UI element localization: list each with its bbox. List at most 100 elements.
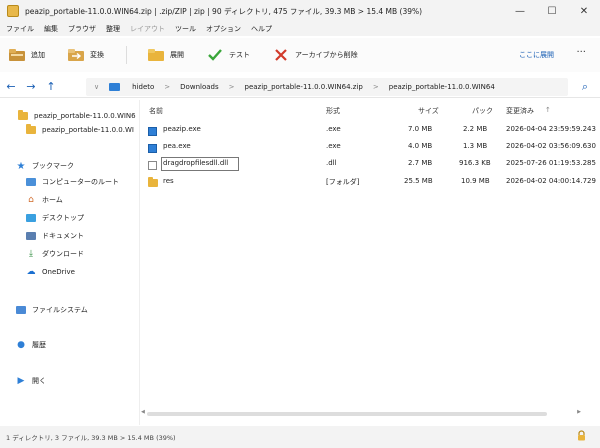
more-options-icon[interactable]: ··· — [576, 47, 586, 58]
window-title: peazip_portable-11.0.0.WIN64.zip | .zip/… — [25, 6, 423, 16]
folder-icon — [18, 109, 28, 120]
file-modified: 2026-04-02 04:00:14.729 — [506, 177, 596, 185]
peazip-window: peazip_portable-11.0.0.WIN64.zip | .zip/… — [0, 0, 600, 448]
up-arrow-icon[interactable]: ↑ — [42, 78, 60, 96]
menu-layout[interactable]: レイアウト — [130, 24, 165, 34]
extract-here-link[interactable]: ここに展開 — [519, 50, 554, 60]
sidebar-item-desktop[interactable]: デスクトップ — [26, 213, 84, 223]
breadcrumb-item[interactable]: hideto — [132, 83, 154, 91]
table-row[interactable]: pea.exe .exe 4.0 MB 1.3 MB 2026-04-02 03… — [141, 142, 600, 155]
dll-file-icon — [148, 161, 157, 170]
column-header-modified[interactable]: 変更済み — [506, 106, 534, 116]
breadcrumb-item[interactable]: peazip_portable-11.0.0.WIN64 — [389, 83, 495, 91]
minimize-button[interactable]: — — [504, 0, 536, 22]
file-size: 25.5 MB — [404, 177, 433, 185]
menu-help[interactable]: ヘルプ — [251, 24, 272, 34]
sidebar: peazip_portable-11.0.0.WIN6 peazip_porta… — [0, 100, 140, 425]
folder-icon — [148, 177, 158, 188]
column-header-packed[interactable]: パック — [472, 106, 493, 116]
breadcrumb-item[interactable]: Downloads — [180, 83, 218, 91]
forward-arrow-icon[interactable]: → — [22, 78, 40, 96]
home-icon: ⌂ — [28, 195, 34, 205]
scrollbar-thumb[interactable] — [147, 412, 547, 416]
file-name: peazip.exe — [163, 125, 201, 133]
menu-tools[interactable]: ツール — [175, 24, 196, 34]
menu-file[interactable]: ファイル — [6, 24, 34, 34]
sidebar-open[interactable]: ▶ 開く — [16, 376, 46, 386]
sidebar-bookmarks-header[interactable]: ★ ブックマーク — [16, 160, 74, 172]
download-icon: ⤓ — [29, 249, 33, 259]
file-packed: 10.9 MB — [461, 177, 490, 185]
add-button[interactable]: 追加 — [8, 44, 45, 66]
file-packed: 2.2 MB — [463, 125, 488, 133]
add-label: 追加 — [31, 51, 45, 59]
history-icon: ● — [17, 340, 25, 350]
sort-arrow-icon: ↑ — [545, 106, 551, 114]
add-archive-icon — [8, 48, 26, 62]
sidebar-filesystem[interactable]: ファイルシステム — [16, 305, 88, 315]
chevron-right-icon: > — [372, 83, 379, 91]
status-text: 1 ディレクトリ, 3 ファイル, 39.3 MB > 15.4 MB (39%… — [6, 434, 176, 442]
delete-from-archive-button[interactable]: アーカイブから削除 — [272, 44, 358, 66]
extract-folder-icon — [147, 48, 165, 62]
convert-button[interactable]: 変換 — [67, 44, 104, 66]
file-type: [フォルダ] — [326, 178, 360, 186]
window-controls: — ☐ ✕ — [504, 0, 600, 22]
test-label: テスト — [229, 51, 250, 59]
file-name: pea.exe — [163, 142, 191, 150]
convert-label: 変換 — [90, 51, 104, 59]
maximize-button[interactable]: ☐ — [536, 0, 568, 22]
menu-organize[interactable]: 整理 — [106, 24, 120, 34]
file-modified: 2026-04-04 23:59:59.243 — [506, 125, 596, 133]
app-icon — [7, 5, 19, 17]
extract-label: 展開 — [170, 51, 184, 59]
search-icon[interactable]: ⌕ — [582, 80, 588, 94]
sidebar-item-home[interactable]: ⌂ ホーム — [26, 195, 63, 205]
table-row[interactable]: res [フォルダ] 25.5 MB 10.9 MB 2026-04-02 04… — [141, 177, 600, 190]
exe-file-icon — [148, 144, 157, 153]
column-header-size[interactable]: サイズ — [418, 106, 439, 116]
sidebar-tree-child[interactable]: peazip_portable-11.0.0.WI — [26, 123, 134, 134]
breadcrumb-item[interactable]: peazip_portable-11.0.0.WIN64.zip — [245, 83, 363, 91]
test-button[interactable]: テスト — [206, 44, 250, 66]
table-row[interactable]: peazip.exe .exe 7.0 MB 2.2 MB 2026-04-04… — [141, 125, 600, 138]
breadcrumb: ∨ hideto > Downloads > peazip_portable-1… — [86, 78, 568, 96]
sidebar-history[interactable]: ● 履歴 — [16, 340, 46, 350]
file-packed: 916.3 KB — [459, 159, 491, 167]
desktop-icon — [26, 214, 36, 223]
folder-icon — [16, 306, 26, 315]
menu-options[interactable]: オプション — [206, 24, 241, 34]
sidebar-item-onedrive[interactable]: ☁ OneDrive — [26, 267, 75, 277]
file-modified: 2025-07-26 01:19:53.285 — [506, 159, 596, 167]
close-button[interactable]: ✕ — [568, 0, 600, 22]
file-size: 2.7 MB — [408, 159, 433, 167]
file-type: .dll — [326, 159, 337, 167]
scroll-right-icon[interactable]: ▶ — [577, 409, 581, 415]
breadcrumb-dropdown-icon[interactable]: ∨ — [94, 83, 99, 91]
computer-icon[interactable] — [109, 83, 121, 91]
lock-icon[interactable] — [577, 430, 586, 441]
chevron-right-icon: > — [228, 83, 235, 91]
horizontal-scrollbar[interactable]: ◀ ▶ — [141, 409, 581, 417]
sidebar-item-documents[interactable]: ドキュメント — [26, 231, 84, 241]
menu-browser[interactable]: ブラウザ — [68, 24, 96, 34]
exe-file-icon — [148, 127, 157, 136]
star-icon: ★ — [16, 160, 26, 172]
play-icon: ▶ — [17, 376, 25, 386]
sidebar-item-downloads[interactable]: ⤓ ダウンロード — [26, 249, 84, 259]
table-row[interactable]: dragdropfilesdll.dll .dll 2.7 MB 916.3 K… — [141, 157, 600, 172]
sidebar-tree-root[interactable]: peazip_portable-11.0.0.WIN6 — [18, 109, 136, 120]
title-bar: peazip_portable-11.0.0.WIN64.zip | .zip/… — [0, 0, 600, 22]
computer-icon — [26, 178, 36, 187]
menu-bar: ファイル 編集 ブラウザ 整理 レイアウト ツール オプション ヘルプ — [0, 22, 600, 36]
sidebar-item-computer-root[interactable]: コンピューターのルート — [26, 177, 119, 187]
column-header-name[interactable]: 名前 — [149, 106, 163, 116]
menu-edit[interactable]: 編集 — [44, 24, 58, 34]
extract-button[interactable]: 展開 — [147, 44, 184, 66]
scroll-left-icon[interactable]: ◀ — [141, 409, 145, 415]
convert-icon — [67, 48, 85, 62]
file-modified: 2026-04-02 03:56:09.630 — [506, 142, 596, 150]
column-header-type[interactable]: 形式 — [326, 106, 340, 116]
back-arrow-icon[interactable]: ← — [2, 78, 20, 96]
folder-icon — [26, 123, 36, 134]
